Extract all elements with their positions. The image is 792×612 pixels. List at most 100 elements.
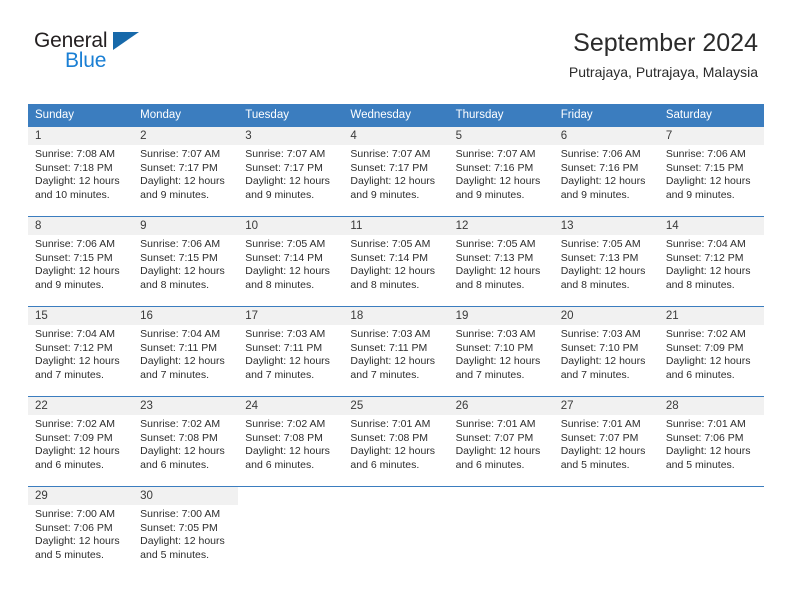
day-info-cell[interactable]: Sunrise: 7:00 AM Sunset: 7:06 PM Daylight:… — [28, 505, 134, 567]
daylight-line-1: Daylight: 12 hours — [560, 445, 646, 458]
weekday-header-row: Sunday Monday Tuesday Wednesday Thursday… — [28, 104, 764, 127]
day-number-cell[interactable]: 6 — [553, 126, 659, 145]
weekday-header-friday: Friday — [553, 104, 659, 127]
daylight-line-1: Daylight: 12 hours — [35, 445, 120, 458]
weekday-header-thursday: Thursday — [448, 104, 554, 127]
day-number-cell[interactable]: 20 — [553, 306, 659, 325]
day-info-cell[interactable]: Sunrise: 7:02 AM Sunset: 7:08 PM Daylight:… — [238, 415, 344, 477]
day-info-cell[interactable]: Sunrise: 7:05 AM Sunset: 7:14 PM Daylight:… — [238, 235, 344, 297]
daylight-line-2: and 7 minutes. — [560, 368, 630, 381]
sunrise-line: Sunrise: 7:05 AM — [245, 238, 326, 250]
day-number: 6 — [560, 130, 568, 142]
sunrise-line: Sunrise: 7:07 AM — [140, 148, 221, 160]
daylight-line-1: Daylight: 12 hours — [665, 445, 751, 458]
day-number-cell[interactable]: 1 — [28, 126, 134, 145]
sunrise-line: Sunrise: 7:06 AM — [140, 238, 221, 250]
day-info-cell[interactable]: Sunrise: 7:04 AM Sunset: 7:12 PM Daylight:… — [658, 235, 764, 297]
day-number-cell[interactable]: 4 — [343, 126, 449, 145]
day-info-cell[interactable]: Sunrise: 7:01 AM Sunset: 7:08 PM Daylight:… — [343, 415, 449, 477]
day-info-cell[interactable]: Sunrise: 7:05 AM Sunset: 7:13 PM Daylight:… — [448, 235, 554, 297]
day-info-cell[interactable]: Sunrise: 7:01 AM Sunset: 7:06 PM Daylight:… — [658, 415, 764, 477]
day-info-cell[interactable]: Sunrise: 7:04 AM Sunset: 7:11 PM Daylight:… — [133, 325, 239, 387]
day-info-cell[interactable]: Sunrise: 7:03 AM Sunset: 7:11 PM Daylight:… — [343, 325, 449, 387]
day-info-cell-empty — [238, 505, 344, 567]
daylight-line-1: Daylight: 12 hours — [665, 175, 751, 188]
daylight-line-2: and 6 minutes. — [455, 458, 525, 471]
week-info-row: Sunrise: 7:06 AM Sunset: 7:15 PM Daylight:… — [28, 235, 764, 297]
sunrise-line: Sunrise: 7:01 AM — [665, 418, 746, 430]
sunrise-line: Sunrise: 7:05 AM — [350, 238, 431, 250]
day-info-cell[interactable]: Sunrise: 7:06 AM Sunset: 7:15 PM Daylight:… — [658, 145, 764, 207]
day-info-cell[interactable]: Sunrise: 7:06 AM Sunset: 7:15 PM Daylight:… — [133, 235, 239, 297]
daylight-line-1: Daylight: 12 hours — [560, 175, 646, 188]
day-number-cell[interactable]: 23 — [133, 396, 239, 415]
weekday-header-saturday: Saturday — [658, 104, 764, 127]
day-info-cell[interactable]: Sunrise: 7:05 AM Sunset: 7:14 PM Daylight:… — [343, 235, 449, 297]
day-info-cell[interactable]: Sunrise: 7:06 AM Sunset: 7:15 PM Daylight:… — [28, 235, 134, 297]
sunset-line: Sunset: 7:09 PM — [35, 431, 113, 444]
day-info-cell[interactable]: Sunrise: 7:02 AM Sunset: 7:09 PM Daylight:… — [28, 415, 134, 477]
day-number-cell[interactable]: 25 — [343, 396, 449, 415]
day-info-cell[interactable]: Sunrise: 7:08 AM Sunset: 7:18 PM Daylight:… — [28, 145, 134, 207]
sunrise-line: Sunrise: 7:02 AM — [35, 418, 115, 430]
sunrise-line: Sunrise: 7:01 AM — [350, 418, 431, 430]
day-info-cell[interactable]: Sunrise: 7:03 AM Sunset: 7:11 PM Daylight:… — [238, 325, 344, 387]
day-info-cell[interactable]: Sunrise: 7:04 AM Sunset: 7:12 PM Daylight:… — [28, 325, 134, 387]
day-info-cell-empty — [343, 505, 449, 567]
sunset-line: Sunset: 7:15 PM — [140, 251, 218, 264]
day-info-cell[interactable]: Sunrise: 7:01 AM Sunset: 7:07 PM Daylight:… — [448, 415, 554, 477]
day-info-cell[interactable]: Sunrise: 7:06 AM Sunset: 7:16 PM Daylight:… — [553, 145, 659, 207]
day-number-cell[interactable]: 17 — [238, 306, 344, 325]
day-number-cell[interactable]: 12 — [448, 216, 554, 235]
day-info-cell[interactable]: Sunrise: 7:05 AM Sunset: 7:13 PM Daylight:… — [553, 235, 659, 297]
day-info-cell[interactable]: Sunrise: 7:01 AM Sunset: 7:07 PM Daylight:… — [553, 415, 659, 477]
day-number-cell[interactable]: 3 — [238, 126, 344, 145]
day-number-cell[interactable]: 24 — [238, 396, 344, 415]
day-number-cell[interactable]: 15 — [28, 306, 134, 325]
sunset-line: Sunset: 7:10 PM — [560, 341, 639, 354]
day-number-cell[interactable]: 30 — [133, 486, 239, 505]
day-number-cell[interactable]: 5 — [448, 126, 554, 145]
day-info-cell[interactable]: Sunrise: 7:03 AM Sunset: 7:10 PM Daylight:… — [448, 325, 554, 387]
week-spacer-cell — [28, 207, 764, 217]
sunrise-line: Sunrise: 7:06 AM — [560, 148, 641, 160]
day-number-cell[interactable]: 26 — [448, 396, 554, 415]
day-number-cell[interactable]: 10 — [238, 216, 344, 235]
day-number: 19 — [455, 310, 469, 322]
day-info-cell[interactable]: Sunrise: 7:02 AM Sunset: 7:09 PM Daylight:… — [658, 325, 764, 387]
day-number-cell[interactable]: 28 — [658, 396, 764, 415]
calendar-page: General Blue September 2024 Putrajaya, P… — [0, 0, 792, 612]
day-number-cell[interactable]: 19 — [448, 306, 554, 325]
sunrise-line: Sunrise: 7:02 AM — [140, 418, 221, 430]
day-number-cell[interactable]: 29 — [28, 486, 134, 505]
day-number-cell[interactable]: 8 — [28, 216, 134, 235]
day-number: 27 — [560, 400, 574, 412]
daylight-line-1: Daylight: 12 hours — [350, 265, 436, 278]
daylight-line-1: Daylight: 12 hours — [35, 175, 120, 188]
day-number-cell[interactable]: 2 — [133, 126, 239, 145]
day-number: 25 — [350, 400, 364, 412]
daylight-line-2: and 7 minutes. — [350, 368, 420, 381]
day-info-cell[interactable]: Sunrise: 7:07 AM Sunset: 7:17 PM Daylight:… — [133, 145, 239, 207]
day-number-cell[interactable]: 16 — [133, 306, 239, 325]
day-number-cell[interactable]: 9 — [133, 216, 239, 235]
day-number-cell[interactable]: 7 — [658, 126, 764, 145]
daylight-line-1: Daylight: 12 hours — [140, 175, 225, 188]
day-number-cell[interactable]: 11 — [343, 216, 449, 235]
day-number-cell[interactable]: 21 — [658, 306, 764, 325]
day-info-cell[interactable]: Sunrise: 7:07 AM Sunset: 7:17 PM Daylight:… — [238, 145, 344, 207]
day-number-cell[interactable]: 22 — [28, 396, 134, 415]
sunrise-line: Sunrise: 7:07 AM — [350, 148, 431, 160]
day-info-cell[interactable]: Sunrise: 7:07 AM Sunset: 7:17 PM Daylight:… — [343, 145, 449, 207]
day-info-cell[interactable]: Sunrise: 7:07 AM Sunset: 7:16 PM Daylight:… — [448, 145, 554, 207]
week-spacer-cell — [28, 477, 764, 487]
day-info-cell[interactable]: Sunrise: 7:00 AM Sunset: 7:05 PM Daylight:… — [133, 505, 239, 567]
day-info-cell[interactable]: Sunrise: 7:03 AM Sunset: 7:10 PM Daylight:… — [553, 325, 659, 387]
daylight-line-2: and 7 minutes. — [140, 368, 210, 381]
day-number-cell[interactable]: 27 — [553, 396, 659, 415]
day-number-cell[interactable]: 13 — [553, 216, 659, 235]
day-number-cell[interactable]: 18 — [343, 306, 449, 325]
day-number-cell[interactable]: 14 — [658, 216, 764, 235]
sunset-line: Sunset: 7:06 PM — [665, 431, 744, 444]
day-info-cell[interactable]: Sunrise: 7:02 AM Sunset: 7:08 PM Daylight:… — [133, 415, 239, 477]
